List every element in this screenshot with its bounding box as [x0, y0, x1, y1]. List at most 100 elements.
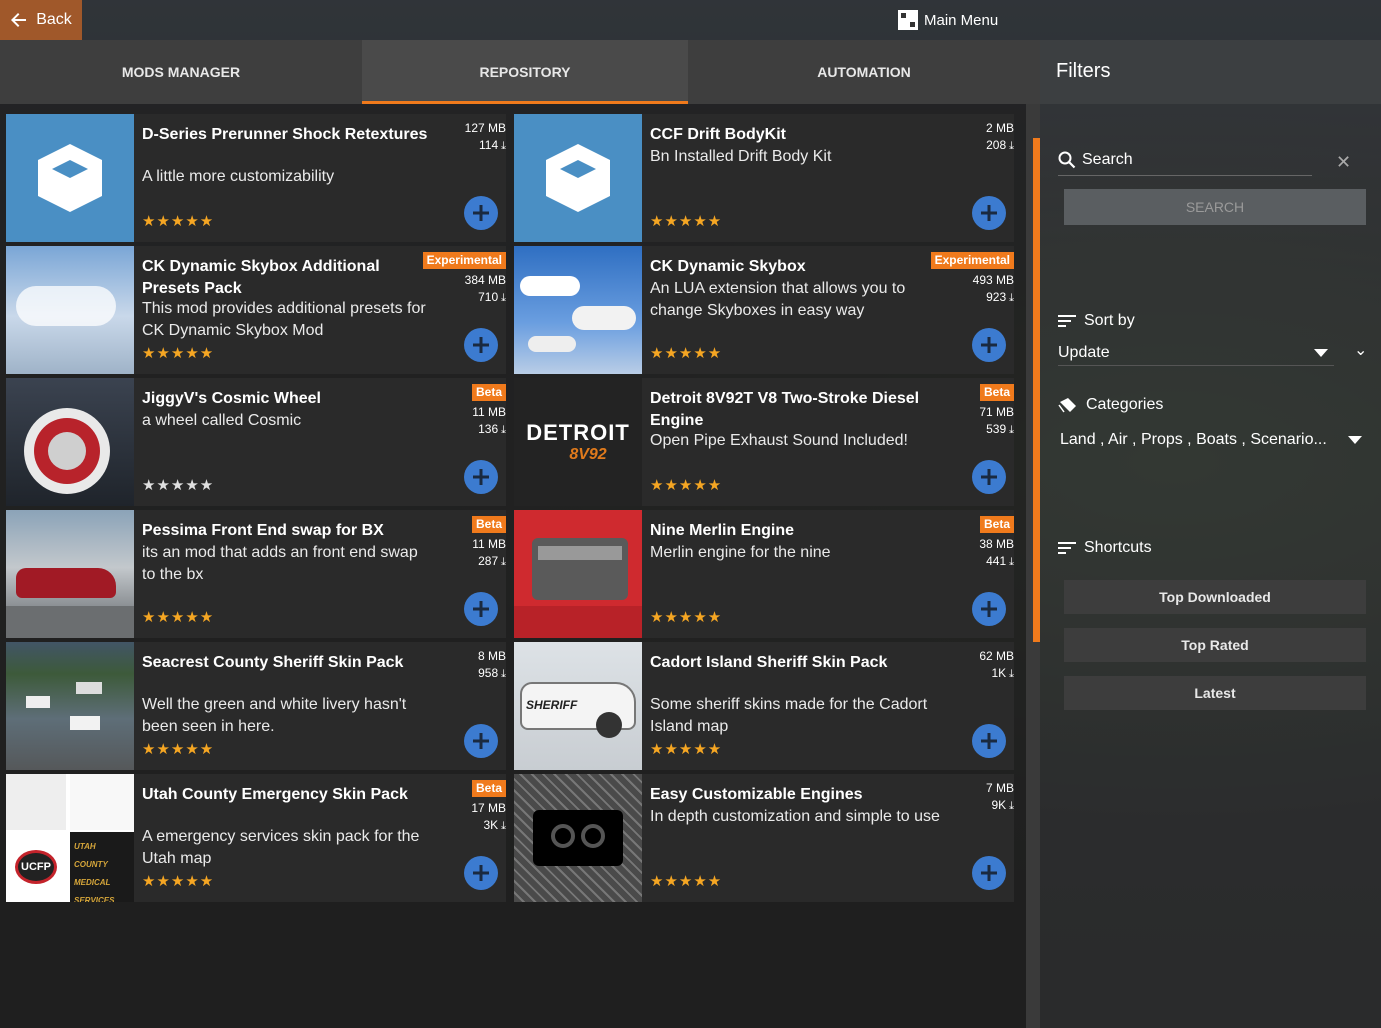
mod-description: Open Pipe Exhaust Sound Included!: [650, 432, 908, 449]
mod-thumbnail: [6, 246, 134, 374]
mod-card[interactable]: DETROIT 8V92 Detroit 8V92T V8 Two-Stroke D…: [514, 378, 1014, 506]
mod-description: Bn Installed Drift Body Kit: [650, 148, 832, 165]
mod-thumbnail: [6, 510, 134, 638]
add-mod-button[interactable]: [972, 460, 1006, 494]
file-size: 38 MB: [979, 537, 1014, 551]
file-size: 493 MB: [972, 273, 1014, 287]
search-input[interactable]: [1082, 150, 1282, 169]
download-count: 114 ⤓: [426, 137, 506, 155]
arrow-left-icon: [11, 13, 27, 27]
mod-card[interactable]: Seacrest County Sheriff Skin Pack Well th…: [6, 642, 506, 770]
rating-stars: ★★★★★: [650, 873, 723, 890]
categories-value: Land , Air , Props , Boats , Scenario...: [1060, 431, 1327, 448]
status-badge: Beta: [471, 516, 506, 533]
search-button[interactable]: SEARCH: [1064, 189, 1366, 225]
tab-automation[interactable]: AUTOMATION: [688, 40, 1040, 104]
latest-button[interactable]: Latest: [1064, 676, 1366, 710]
download-count-value: 3K: [483, 818, 499, 832]
add-mod-button[interactable]: [464, 592, 498, 626]
download-count: 710 ⤓: [426, 289, 506, 307]
mod-card[interactable]: D-Series Prerunner Shock Retextures A lit…: [6, 114, 506, 242]
add-mod-button[interactable]: [464, 724, 498, 758]
rating-stars: ★★★★★: [142, 345, 215, 362]
add-mod-button[interactable]: [464, 328, 498, 362]
mod-description: Well the green and white livery hasn't b…: [142, 696, 407, 735]
top-bar: Back Main Menu: [0, 0, 1381, 40]
mod-title: Utah County Emergency Skin Pack: [142, 786, 408, 803]
mod-card[interactable]: CCF Drift BodyKit Bn Installed Drift Body…: [514, 114, 1014, 242]
add-mod-button[interactable]: [464, 196, 498, 230]
file-size: 384 MB: [464, 273, 506, 287]
file-size: 127 MB: [464, 121, 506, 135]
add-mod-button[interactable]: [972, 724, 1006, 758]
download-count-value: 958: [478, 666, 499, 680]
mod-thumbnail: [514, 246, 642, 374]
download-count: 136 ⤓: [426, 421, 506, 439]
mod-title: JiggyV's Cosmic Wheel: [142, 390, 321, 407]
file-size: 7 MB: [985, 781, 1014, 795]
download-count-value: 1K: [991, 666, 1007, 680]
add-mod-button[interactable]: [464, 856, 498, 890]
download-count-value: 441: [986, 554, 1007, 568]
mod-card[interactable]: CK Dynamic Skybox Additional Presets Pac…: [6, 246, 506, 374]
status-badge: Beta: [471, 384, 506, 401]
main-menu-button[interactable]: Main Menu: [898, 0, 998, 40]
sort-value: Update: [1058, 343, 1110, 361]
caret-down-icon: [1314, 348, 1328, 357]
download-count-value: 539: [986, 422, 1007, 436]
mod-description: Merlin engine for the nine: [650, 544, 831, 561]
mod-card[interactable]: Nine Merlin Engine Merlin engine for the …: [514, 510, 1014, 638]
top-downloaded-button[interactable]: Top Downloaded: [1064, 580, 1366, 614]
filters-title: Filters: [1040, 40, 1381, 104]
package-icon: [546, 144, 610, 212]
download-icon: ⤓: [1009, 556, 1014, 568]
rating-stars: ★★★★★: [650, 345, 723, 362]
download-count-value: 208: [986, 138, 1007, 152]
tab-mods-manager[interactable]: MODS MANAGER: [0, 40, 362, 104]
list-icon: [1058, 541, 1076, 555]
file-size: 11 MB: [472, 537, 506, 551]
add-mod-button[interactable]: [972, 328, 1006, 362]
categories-select[interactable]: Land , Air , Props , Boats , Scenario...: [1058, 426, 1364, 454]
sort-select[interactable]: Update: [1058, 340, 1334, 366]
mod-description: a wheel called Cosmic: [142, 412, 302, 429]
thumbnail-subtext: 8V92: [569, 446, 607, 463]
add-mod-button[interactable]: [972, 592, 1006, 626]
download-icon: ⤓: [501, 820, 506, 832]
mod-title: CK Dynamic Skybox: [650, 258, 806, 275]
tab-repository[interactable]: REPOSITORY: [362, 40, 688, 104]
chevron-down-icon[interactable]: ⌄: [1354, 340, 1367, 360]
download-count-value: 136: [478, 422, 499, 436]
mod-description: Some sheriff skins made for the Cadort I…: [650, 696, 928, 735]
download-count: 9K ⤓: [934, 797, 1014, 815]
back-button[interactable]: Back: [0, 0, 82, 40]
mod-card[interactable]: UCFP UTAH COUNTY MEDICAL SERVICES Utah Cou…: [6, 774, 506, 902]
add-mod-button[interactable]: [972, 856, 1006, 890]
mod-card[interactable]: CK Dynamic Skybox An LUA extension that a…: [514, 246, 1014, 374]
rating-stars: ★★★★★: [142, 873, 215, 890]
mod-card[interactable]: Easy Customizable Engines In depth custom…: [514, 774, 1014, 902]
download-count: 287 ⤓: [426, 553, 506, 571]
mod-description: In depth customization and simple to use: [650, 808, 940, 825]
add-mod-button[interactable]: [464, 460, 498, 494]
mod-card[interactable]: SHERIFF Cadort Island Sheriff Skin Pack So…: [514, 642, 1014, 770]
download-count-value: 9K: [991, 798, 1007, 812]
rating-stars: ★★★★★: [142, 609, 215, 626]
rating-stars: ★★★★★: [650, 741, 723, 758]
add-mod-button[interactable]: [972, 196, 1006, 230]
search-field[interactable]: [1058, 144, 1312, 176]
top-rated-button[interactable]: Top Rated: [1064, 628, 1366, 662]
rating-stars: ★★★★★: [650, 609, 723, 626]
close-icon[interactable]: ✕: [1336, 152, 1351, 173]
file-size: 8 MB: [477, 649, 506, 663]
download-icon: ⤓: [1009, 800, 1014, 812]
mod-title: CK Dynamic Skybox Additional Presets Pac…: [142, 258, 380, 297]
mod-card[interactable]: Pessima Front End swap for BX its an mod …: [6, 510, 506, 638]
status-badge: Beta: [979, 516, 1014, 533]
mod-title: CCF Drift BodyKit: [650, 126, 786, 143]
rating-stars: ★★★★★: [142, 741, 215, 758]
download-count: 923 ⤓: [934, 289, 1014, 307]
mod-card[interactable]: JiggyV's Cosmic Wheel a wheel called Cosm…: [6, 378, 506, 506]
scrollbar-thumb[interactable]: [1033, 138, 1040, 642]
sort-icon: [1058, 314, 1076, 328]
